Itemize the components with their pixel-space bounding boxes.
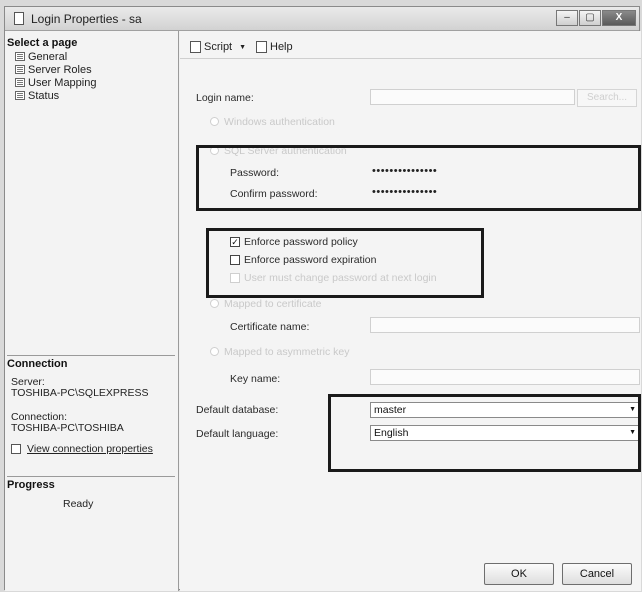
cancel-button[interactable]: Cancel: [562, 563, 632, 585]
script-label: Script: [204, 41, 233, 53]
left-pane: Select a page General Server Roles User …: [5, 31, 179, 591]
page-item-server-roles[interactable]: Server Roles: [15, 63, 92, 76]
mapped-cert-radio[interactable]: [210, 299, 219, 308]
mapped-key-radio[interactable]: [210, 347, 219, 356]
default-database-label: Default database:: [196, 404, 279, 416]
mapped-key-label: Mapped to asymmetric key: [224, 346, 350, 358]
windows-auth-label: Windows authentication: [224, 116, 335, 128]
default-language-label: Default language:: [196, 428, 279, 440]
select-page-header: Select a page: [7, 37, 78, 49]
window-title: Login Properties - sa: [31, 12, 142, 26]
title-bar: Login Properties - sa – ▢ X: [5, 7, 639, 31]
search-button[interactable]: Search...: [577, 89, 637, 107]
chevron-down-icon: ▼: [239, 43, 247, 51]
page-item-user-mapping[interactable]: User Mapping: [15, 76, 96, 89]
general-page: Script ▼ Help Login name: Search... Wind…: [180, 31, 641, 591]
mapped-cert-label: Mapped to certificate: [224, 298, 322, 310]
progress-header: Progress: [7, 479, 55, 491]
policy-highlight-box: [206, 228, 484, 298]
close-button[interactable]: X: [602, 10, 636, 26]
defaults-highlight-box: [328, 394, 641, 472]
window-icon: [14, 12, 24, 25]
login-name-field[interactable]: [370, 89, 575, 105]
page-icon: [15, 78, 25, 87]
minimize-button[interactable]: –: [556, 10, 578, 26]
help-icon: [256, 41, 267, 53]
view-connection-properties-label: View connection properties: [27, 443, 153, 455]
key-name-label: Key name:: [230, 373, 281, 385]
page-icon: [15, 91, 25, 100]
connection-value: TOSHIBA-PC\TOSHIBA: [11, 422, 124, 434]
connection-header: Connection: [7, 358, 68, 370]
page-item-label: General: [28, 50, 68, 63]
progress-status: Ready: [63, 498, 94, 510]
page-item-status[interactable]: Status: [15, 89, 59, 102]
login-properties-window: Login Properties - sa – ▢ X Select a pag…: [4, 6, 641, 591]
certificate-name-label: Certificate name:: [230, 321, 310, 333]
properties-icon: [11, 444, 21, 454]
page-item-label: User Mapping: [28, 76, 97, 89]
page-item-label: Status: [28, 89, 60, 102]
maximize-button[interactable]: ▢: [579, 10, 601, 26]
page-item-general[interactable]: General: [15, 50, 67, 63]
script-icon: [190, 41, 201, 53]
certificate-name-field[interactable]: [370, 317, 640, 333]
progress-divider: [7, 476, 175, 477]
connection-divider: [7, 355, 175, 356]
toolbar: Script ▼ Help: [180, 31, 641, 59]
page-item-label: Server Roles: [28, 63, 92, 76]
help-button[interactable]: Help: [256, 41, 293, 53]
key-name-field[interactable]: [370, 369, 640, 385]
password-highlight-box: [196, 145, 641, 211]
script-button[interactable]: Script ▼: [190, 41, 246, 53]
view-connection-properties-link[interactable]: View connection properties: [11, 443, 153, 455]
help-label: Help: [270, 41, 293, 53]
login-name-label: Login name:: [196, 92, 254, 104]
page-icon: [15, 65, 25, 74]
server-value: TOSHIBA-PC\SQLEXPRESS: [11, 387, 149, 399]
ok-button[interactable]: OK: [484, 563, 554, 585]
page-icon: [15, 52, 25, 61]
windows-auth-radio[interactable]: [210, 117, 219, 126]
